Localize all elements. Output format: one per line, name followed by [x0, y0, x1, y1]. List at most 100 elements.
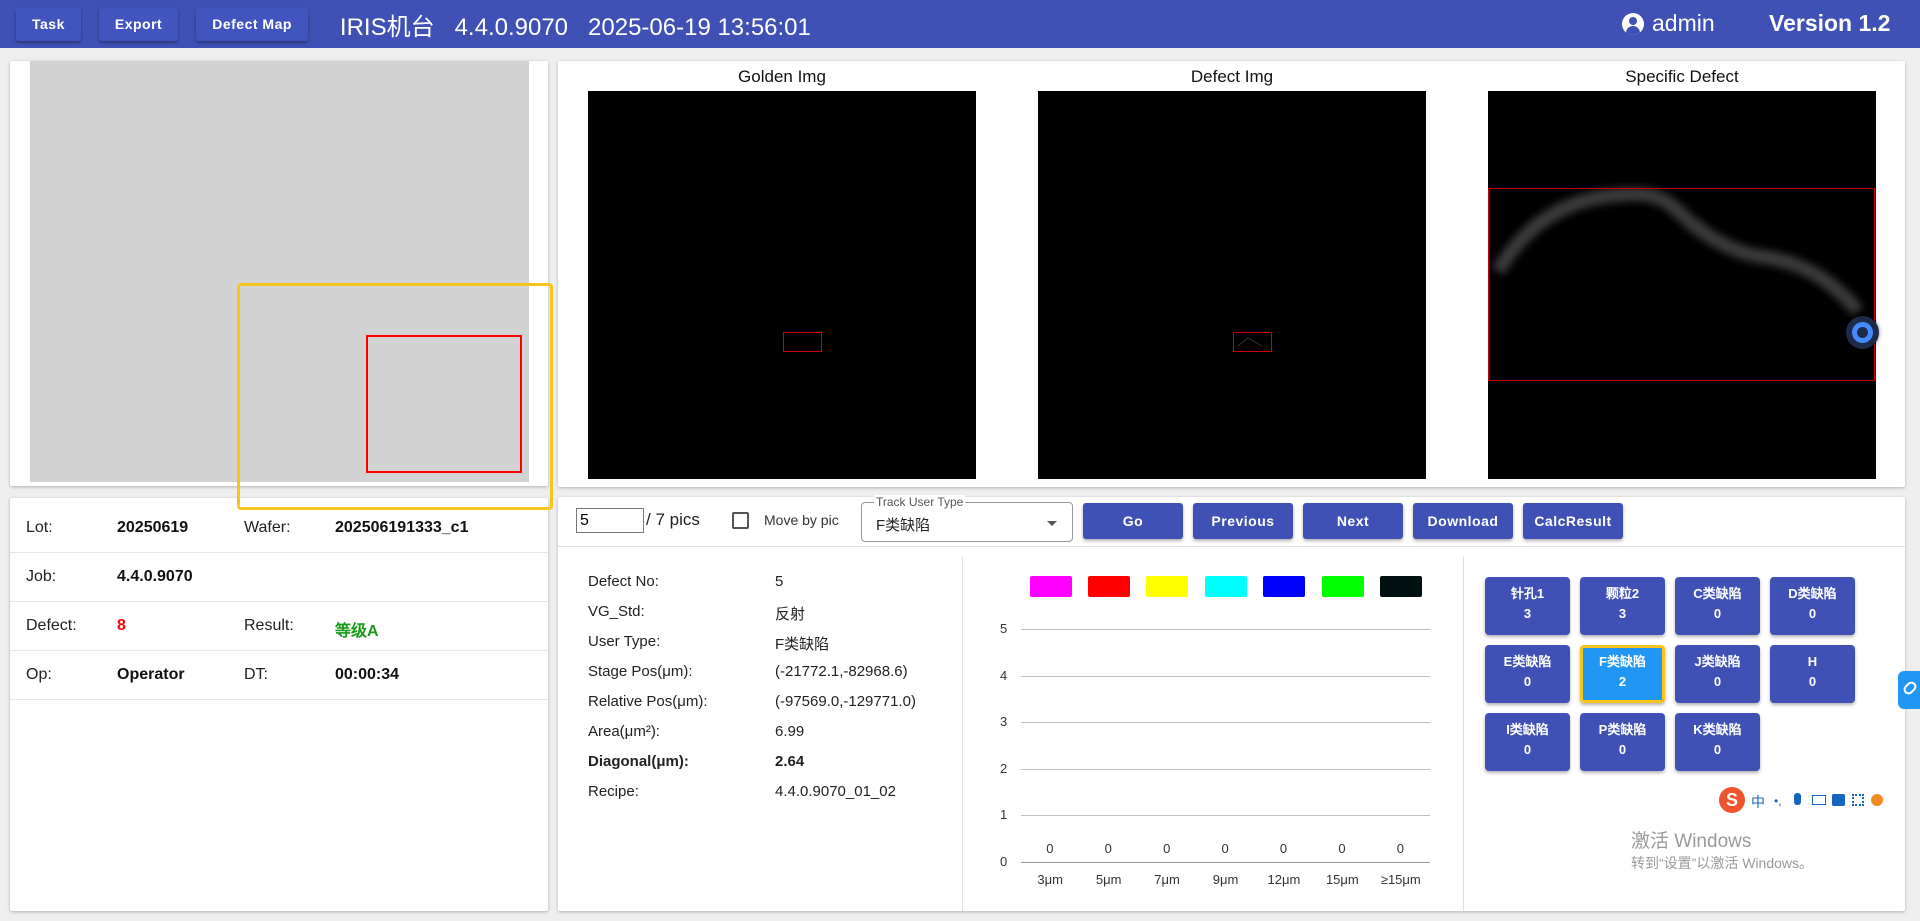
user-menu[interactable]: admin [1622, 10, 1715, 37]
lot-value: 20250619 [117, 519, 189, 536]
download-button[interactable]: Download [1413, 503, 1513, 539]
grid-line [1021, 722, 1430, 723]
defect-image[interactable] [1038, 91, 1426, 479]
y-tick-label: 4 [1000, 668, 1008, 683]
legend-swatch [1322, 576, 1364, 597]
info-row-defect: Defect: 8 Result: 等级A [10, 602, 548, 651]
category-button[interactable]: 针孔1 3 [1485, 577, 1570, 635]
image-action-icon[interactable] [1846, 316, 1879, 349]
detail-value: F类缺陷 [775, 636, 830, 653]
category-count: 0 [1713, 674, 1722, 689]
golden-image[interactable] [588, 91, 976, 479]
legend-swatch [1380, 576, 1422, 597]
grid-line [1021, 676, 1430, 677]
grid-line [1021, 862, 1430, 863]
chart-divider [1463, 556, 1464, 911]
category-count: 3 [1523, 606, 1532, 621]
top-app-bar: Task Export Defect Map IRIS机台 4.4.0.9070… [0, 0, 1920, 48]
specific-defect-box [1488, 188, 1875, 381]
grid-line [1021, 629, 1430, 630]
category-button[interactable]: C类缺陷 0 [1675, 577, 1760, 635]
category-button[interactable]: E类缺陷 0 [1485, 645, 1570, 703]
category-name: F类缺陷 [1599, 654, 1646, 669]
microphone-icon [1794, 793, 1801, 805]
task-button[interactable]: Task [16, 7, 81, 41]
bar-value-label: 0 [1046, 841, 1054, 856]
activation-watermark-title: 激活 Windows [1631, 831, 1752, 852]
detail-value: 6.99 [775, 723, 805, 740]
category-name: C类缺陷 [1693, 586, 1742, 601]
legend-swatch [1205, 576, 1247, 597]
y-tick-label: 1 [1000, 807, 1008, 822]
move-by-pic-checkbox[interactable] [732, 512, 749, 529]
op-value: Operator [117, 666, 185, 683]
category-name: I类缺陷 [1506, 722, 1549, 737]
link-icon [1901, 679, 1919, 697]
version-label: Version 1.2 [1769, 10, 1891, 36]
specific-defect-image[interactable] [1488, 91, 1876, 479]
bar-value-label: 0 [1163, 841, 1171, 856]
chevron-down-icon [1047, 521, 1057, 526]
next-button[interactable]: Next [1303, 503, 1403, 539]
bar-value-label: 0 [1221, 841, 1229, 856]
category-count: 0 [1808, 606, 1817, 621]
side-link-tab[interactable] [1898, 671, 1920, 709]
go-button[interactable]: Go [1083, 503, 1183, 539]
x-tick-label: 3μm [1037, 872, 1063, 887]
category-count: 0 [1523, 742, 1532, 757]
skin-icon [1832, 794, 1845, 806]
bar-value-label: 0 [1279, 841, 1288, 856]
x-tick-label: 9μm [1212, 872, 1239, 887]
job-value: 4.4.0.9070 [117, 568, 193, 585]
detail-label: Recipe: [588, 783, 639, 800]
detail-value: 4.4.0.9070_01_02 [775, 783, 896, 800]
category-button[interactable]: 颗粒2 3 [1580, 577, 1665, 635]
y-tick-label: 5 [1000, 621, 1008, 636]
category-count: 2 [1618, 674, 1627, 689]
y-tick-label: 3 [1000, 714, 1008, 729]
export-button[interactable]: Export [98, 7, 179, 41]
page-total-label: / 7 pics [646, 510, 700, 529]
detail-label: Area(μm²): [588, 723, 660, 740]
lot-label: Lot: [26, 519, 53, 536]
dt-label: DT: [244, 666, 268, 683]
category-button[interactable]: D类缺陷 0 [1770, 577, 1855, 635]
x-tick-label: 15μm [1325, 872, 1359, 887]
detail-label: User Type: [588, 633, 661, 650]
category-button[interactable]: K类缺陷 0 [1675, 713, 1760, 771]
punctuation-icon: •, [1774, 794, 1782, 808]
previous-button[interactable]: Previous [1193, 503, 1293, 539]
detail-value: 5 [775, 573, 784, 590]
page-number-input[interactable] [576, 508, 644, 533]
category-button[interactable]: P类缺陷 0 [1580, 713, 1665, 771]
track-user-type-select[interactable]: Track User Type F类缺陷 [861, 495, 1073, 542]
more-icon [1871, 794, 1883, 806]
account-icon [1622, 12, 1644, 35]
result-label: Result: [244, 617, 294, 634]
category-name: D类缺陷 [1788, 586, 1837, 601]
grid-line [1021, 815, 1430, 816]
track-user-type-value: F类缺陷 [876, 517, 931, 534]
ime-toolbar[interactable]: S 中 •, [1719, 787, 1889, 813]
category-button[interactable]: F类缺陷 2 [1580, 645, 1665, 703]
detail-label: Diagonal(μm): [588, 753, 689, 770]
toolbox-icon [1852, 794, 1864, 806]
legend-swatch [1030, 576, 1072, 597]
defect-count: 8 [117, 617, 126, 634]
category-count: 0 [1713, 742, 1722, 757]
detail-label: Defect No: [588, 573, 659, 590]
category-count: 0 [1618, 742, 1627, 757]
defect-map-button[interactable]: Defect Map [196, 7, 308, 41]
category-button[interactable]: J类缺陷 0 [1675, 645, 1760, 703]
grid-line [1021, 769, 1430, 770]
defect-label: Defect: [26, 617, 77, 634]
defect-img-title: Defect Img [1190, 67, 1274, 86]
calc-result-button[interactable]: CalcResult [1523, 503, 1623, 539]
category-button[interactable]: I类缺陷 0 [1485, 713, 1570, 771]
viewport-indicator[interactable] [237, 283, 553, 510]
category-name: 颗粒2 [1605, 586, 1640, 601]
category-name: J类缺陷 [1694, 654, 1741, 669]
job-label: Job: [26, 568, 57, 585]
details-divider [962, 556, 963, 911]
category-button[interactable]: H0 [1770, 645, 1855, 703]
